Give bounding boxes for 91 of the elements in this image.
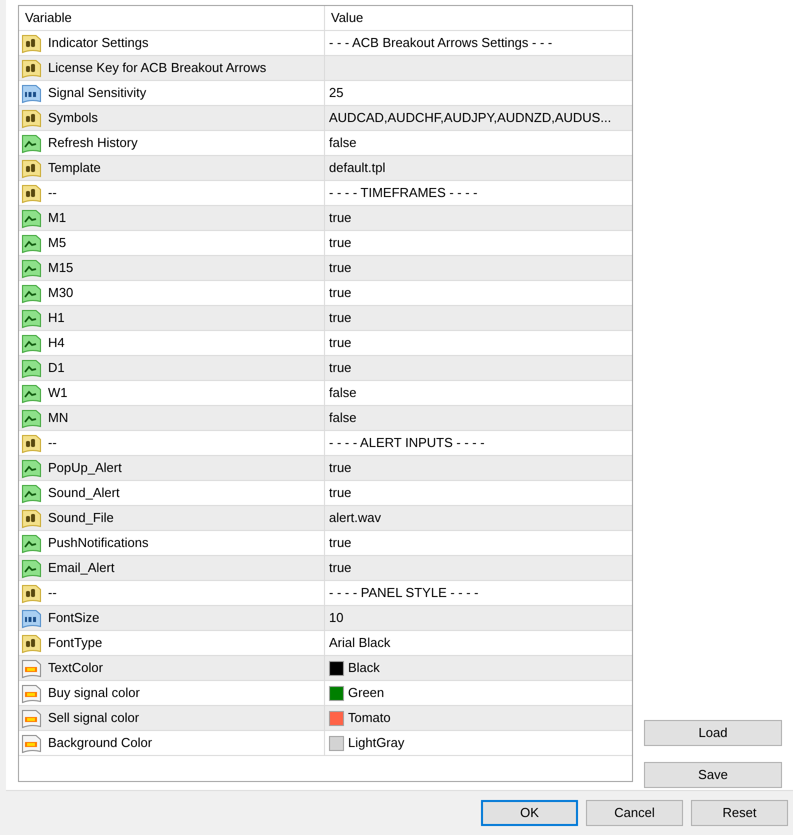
parameter-value[interactable]: 25: [329, 83, 344, 103]
boolean-type-icon: [21, 408, 42, 428]
parameter-value[interactable]: - - - - PANEL STYLE - - - -: [329, 583, 479, 603]
string-type-icon: [21, 582, 42, 604]
parameter-value[interactable]: 10: [329, 608, 344, 628]
parameter-value[interactable]: false: [329, 383, 356, 403]
dialog-button[interactable]: Reset: [691, 800, 788, 826]
side-button[interactable]: Load: [644, 720, 782, 746]
parameter-value[interactable]: LightGray: [348, 733, 404, 753]
variable-name: Email_Alert: [48, 559, 114, 578]
boolean-type-icon: [21, 358, 42, 378]
string-type-icon: [21, 158, 42, 178]
string-type-icon: [21, 432, 42, 454]
variable-name: M30: [48, 284, 74, 302]
string-type-icon: [21, 508, 42, 528]
variable-name: H4: [48, 334, 65, 352]
variable-name: MN: [48, 409, 68, 428]
variable-name: Refresh History: [48, 134, 138, 152]
variable-name: M1: [48, 209, 66, 228]
variable-name: W1: [48, 384, 68, 402]
parameter-value[interactable]: true: [329, 233, 352, 253]
parameter-value[interactable]: true: [329, 533, 352, 553]
variable-name: PopUp_Alert: [48, 459, 122, 478]
boolean-type-icon: [21, 258, 42, 278]
variable-name: Sell signal color: [48, 709, 140, 728]
string-type-icon: [21, 632, 42, 654]
parameter-value[interactable]: Black: [348, 658, 380, 678]
number-type-icon: [21, 608, 42, 628]
parameter-value[interactable]: true: [329, 458, 352, 478]
string-type-icon: [21, 32, 42, 54]
dialog-button[interactable]: OK: [481, 800, 578, 826]
variable-name: Buy signal color: [48, 684, 140, 702]
variable-name: M15: [48, 259, 74, 278]
variable-name: TextColor: [48, 659, 103, 678]
parameter-value[interactable]: true: [329, 483, 352, 503]
parameter-value[interactable]: true: [329, 358, 352, 378]
variable-name: --: [48, 184, 57, 202]
variable-name: Sound_Alert: [48, 484, 120, 502]
string-type-icon: [21, 108, 42, 128]
parameter-value[interactable]: true: [329, 283, 352, 303]
parameter-value[interactable]: Arial Black: [329, 633, 390, 653]
boolean-type-icon: [21, 532, 42, 554]
variable-name: H1: [48, 309, 65, 328]
parameter-value[interactable]: Tomato: [348, 708, 391, 728]
boolean-type-icon: [21, 482, 42, 504]
parameter-value[interactable]: alert.wav: [329, 508, 382, 528]
string-type-icon: [21, 182, 42, 204]
boolean-type-icon: [21, 232, 42, 254]
column-header: Value: [330, 9, 364, 28]
boolean-type-icon: [21, 332, 42, 354]
variable-name: Indicator Settings: [48, 34, 148, 52]
parameter-value[interactable]: - - - - ALERT INPUTS - - - -: [329, 433, 485, 453]
color-type-icon: [21, 682, 42, 704]
dialog-button[interactable]: Cancel: [586, 800, 683, 826]
parameter-value[interactable]: true: [329, 208, 352, 228]
variable-name: M5: [48, 234, 66, 252]
variable-name: Background Color: [48, 734, 152, 752]
column-header: Variable: [19, 6, 325, 30]
variable-name: Symbols: [48, 109, 98, 128]
parameter-value[interactable]: AUDCAD,AUDCHF,AUDJPY,AUDNZD,AUDUS...: [329, 108, 612, 128]
boolean-type-icon: [21, 132, 42, 154]
variable-name: Sound_File: [48, 509, 114, 528]
variable-name: --: [48, 434, 57, 452]
string-type-icon: [21, 58, 42, 78]
boolean-type-icon: [21, 382, 42, 404]
variable-name: License Key for ACB Breakout Arrows: [48, 59, 266, 78]
variable-name: D1: [48, 359, 65, 378]
parameter-value[interactable]: true: [329, 333, 352, 353]
parameter-value[interactable]: default.tpl: [329, 158, 386, 178]
parameter-value[interactable]: true: [329, 258, 352, 278]
number-type-icon: [21, 82, 42, 104]
parameter-value[interactable]: - - - ACB Breakout Arrows Settings - - -: [329, 33, 552, 53]
side-button[interactable]: Save: [644, 762, 782, 788]
boolean-type-icon: [21, 208, 42, 228]
boolean-type-icon: [21, 458, 42, 478]
boolean-type-icon: [21, 308, 42, 328]
variable-name: FontType: [48, 634, 102, 652]
parameter-value[interactable]: true: [329, 558, 352, 578]
boolean-type-icon: [21, 282, 42, 304]
variable-name: FontSize: [48, 609, 100, 628]
parameter-value[interactable]: Green: [348, 683, 384, 703]
color-type-icon: [21, 732, 42, 754]
parameter-value[interactable]: false: [329, 408, 356, 428]
variable-name: Signal Sensitivity: [48, 84, 146, 102]
parameter-value[interactable]: false: [329, 133, 356, 153]
boolean-type-icon: [21, 558, 42, 578]
variable-name: --: [48, 584, 57, 602]
parameter-value[interactable]: - - - - TIMEFRAMES - - - -: [329, 183, 478, 203]
parameter-value[interactable]: true: [329, 308, 352, 328]
variable-name: PushNotifications: [48, 534, 148, 552]
variable-name: Template: [48, 159, 101, 178]
